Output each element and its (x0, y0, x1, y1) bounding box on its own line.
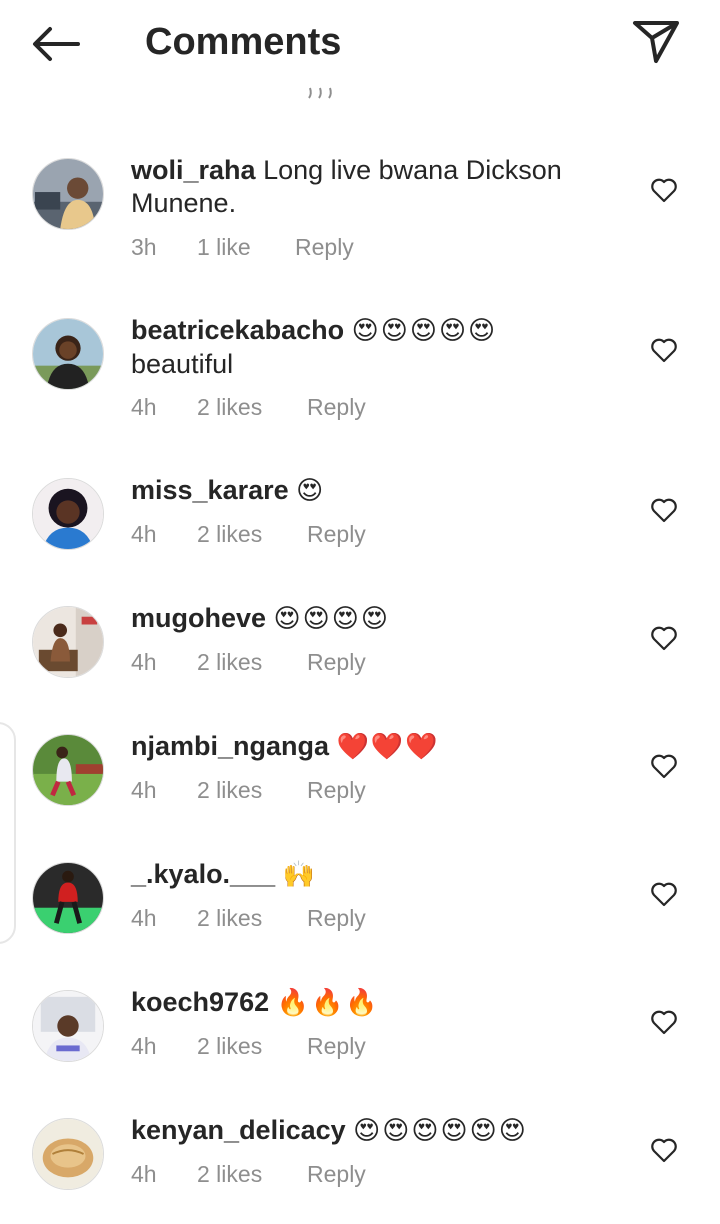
avatar[interactable] (32, 318, 104, 390)
comment-emoji: 😍 (296, 476, 326, 506)
comment-emoji: 😍😍😍😍😍 (351, 316, 498, 346)
comment-time: 4h (131, 1161, 157, 1187)
paper-plane-icon (633, 21, 679, 63)
heart-icon[interactable] (650, 177, 678, 203)
avatar[interactable] (32, 606, 104, 678)
reply-button[interactable]: Reply (307, 394, 366, 421)
reply-button[interactable]: Reply (307, 1161, 366, 1188)
reply-button[interactable]: Reply (307, 521, 366, 548)
heart-icon[interactable] (650, 881, 678, 907)
comment-emoji: ❤️❤️❤️ (336, 732, 440, 762)
comment-emoji: 🙌 (282, 860, 318, 890)
comment-body: beatricekabacho 😍😍😍😍😍 beautiful (131, 314, 601, 381)
side-panel-handle[interactable] (0, 722, 16, 944)
comment-username[interactable]: beatricekabacho (131, 315, 344, 345)
comment-username[interactable]: woli_raha (131, 155, 256, 185)
reply-button[interactable]: Reply (307, 777, 366, 804)
comment-likes[interactable]: 2 likes (197, 394, 262, 421)
comment-time: 4h (131, 649, 157, 675)
comment-likes[interactable]: 2 likes (197, 905, 262, 932)
comment-time: 4h (131, 1033, 157, 1059)
comment-time: 3h (131, 234, 157, 260)
heart-icon[interactable] (650, 1009, 678, 1035)
avatar[interactable] (32, 478, 104, 550)
reply-button[interactable]: Reply (307, 905, 366, 932)
arrow-left-icon (33, 27, 80, 61)
avatar[interactable] (32, 158, 104, 230)
comment-body: mugoheve 😍😍😍😍 (131, 602, 601, 636)
comment-emoji: 😍😍😍😍😍😍 (353, 1116, 528, 1146)
avatar[interactable] (32, 734, 104, 806)
header-bar: Comments (0, 0, 720, 92)
comment-time: 4h (131, 905, 157, 931)
comment-likes[interactable]: 1 like (197, 234, 251, 261)
comment-body: miss_karare 😍 (131, 474, 601, 508)
comment-body: koech9762 🔥🔥🔥 (131, 986, 601, 1020)
heart-icon[interactable] (650, 337, 678, 363)
comment-username[interactable]: miss_karare (131, 475, 289, 505)
heart-icon[interactable] (650, 497, 678, 523)
comment-username[interactable]: koech9762 (131, 987, 269, 1017)
page-title: Comments (145, 21, 342, 63)
comment-username[interactable]: mugoheve (131, 603, 266, 633)
heart-icon[interactable] (650, 1137, 678, 1163)
avatar[interactable] (32, 862, 104, 934)
comment-emoji: 😍😍😍😍 (273, 604, 390, 634)
comment-body: woli_raha Long live bwana Dickson Munene… (131, 154, 601, 220)
avatar[interactable] (32, 1118, 104, 1190)
comment-username[interactable]: njambi_nganga (131, 731, 329, 761)
reply-button[interactable]: Reply (307, 649, 366, 676)
comment-time: 4h (131, 521, 157, 547)
share-button[interactable] (630, 16, 684, 68)
comment-body: _.kyalo.___ 🙌 (131, 858, 601, 892)
comment-body: kenyan_delicacy 😍😍😍😍😍😍 (131, 1114, 601, 1148)
heart-icon[interactable] (650, 625, 678, 651)
comment-likes[interactable]: 2 likes (197, 1033, 262, 1060)
comment-emoji: 🔥🔥🔥 (276, 988, 380, 1018)
back-button[interactable] (28, 22, 84, 66)
heart-icon[interactable] (650, 753, 678, 779)
comment-username[interactable]: _.kyalo.___ (131, 859, 275, 889)
comment-time: 4h (131, 394, 157, 420)
comment-body: njambi_nganga ❤️❤️❤️ (131, 730, 601, 764)
comment-username[interactable]: kenyan_delicacy (131, 1115, 346, 1145)
comment-time: 4h (131, 777, 157, 803)
comment-text: beautiful (131, 349, 234, 379)
comment-likes[interactable]: 2 likes (197, 1161, 262, 1188)
comment-likes[interactable]: 2 likes (197, 649, 262, 676)
reply-button[interactable]: Reply (295, 234, 354, 261)
partially-hidden-text (308, 87, 332, 99)
reply-button[interactable]: Reply (307, 1033, 366, 1060)
avatar[interactable] (32, 990, 104, 1062)
comment-likes[interactable]: 2 likes (197, 521, 262, 548)
comment-likes[interactable]: 2 likes (197, 777, 262, 804)
